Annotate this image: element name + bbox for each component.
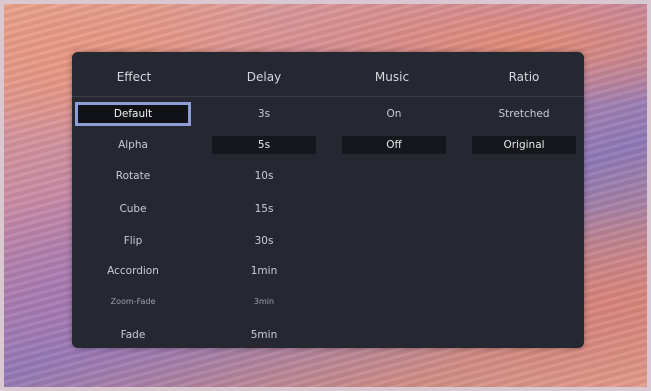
music-option-on[interactable]: On: [342, 105, 446, 123]
music-header: Music: [374, 70, 410, 84]
ratio-option-original[interactable]: Original: [472, 136, 576, 154]
effect-option-rotate[interactable]: Rotate: [78, 167, 188, 185]
delay-option-3s[interactable]: 3s: [212, 105, 316, 123]
settings-header: Effect Delay Music Ratio: [72, 52, 584, 97]
delay-option-10s[interactable]: 10s: [212, 167, 316, 185]
delay-option-30s[interactable]: 30s: [212, 232, 316, 250]
delay-option-5s[interactable]: 5s: [212, 136, 316, 154]
effect-option-alpha[interactable]: Alpha: [78, 136, 188, 154]
slideshow-settings-panel: Effect Delay Music Ratio Default Alpha R…: [72, 52, 584, 348]
effect-option-cube[interactable]: Cube: [78, 200, 188, 218]
effect-option-default[interactable]: Default: [75, 102, 191, 126]
ratio-option-stretched[interactable]: Stretched: [472, 105, 576, 123]
delay-option-3min[interactable]: 3min: [212, 293, 316, 311]
delay-option-5min[interactable]: 5min: [212, 326, 316, 344]
effect-option-accordion[interactable]: Accordion: [78, 262, 188, 280]
delay-option-1min[interactable]: 1min: [212, 262, 316, 280]
effect-option-flip[interactable]: Flip: [78, 232, 188, 250]
delay-header: Delay: [246, 70, 282, 84]
music-option-off[interactable]: Off: [342, 136, 446, 154]
effect-header: Effect: [116, 70, 152, 84]
delay-option-15s[interactable]: 15s: [212, 200, 316, 218]
ratio-header: Ratio: [508, 70, 540, 84]
effect-option-fade[interactable]: Fade: [78, 326, 188, 344]
effect-option-zoom-fade[interactable]: Zoom-Fade: [78, 293, 188, 311]
